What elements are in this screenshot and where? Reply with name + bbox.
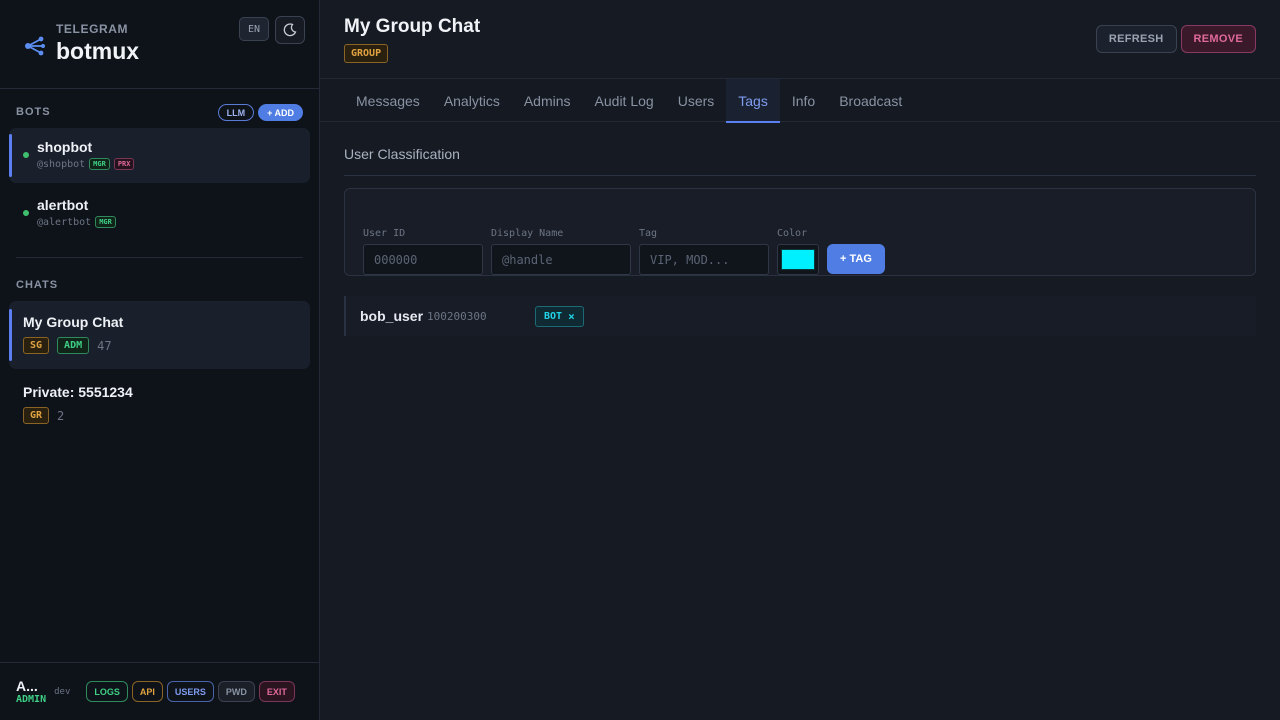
add-tag-form: User ID Display Name Tag Color — [344, 188, 1256, 276]
chat-name: My Group Chat — [23, 314, 124, 330]
logs-button[interactable]: LOGS — [86, 681, 128, 702]
api-button[interactable]: API — [131, 681, 163, 702]
chat-tag-sg: SG — [23, 337, 50, 354]
tab-info[interactable]: Info — [780, 79, 827, 122]
user-role: ADMIN — [16, 694, 47, 705]
moon-icon — [283, 23, 297, 37]
bot-name: alertbot — [37, 197, 89, 213]
online-status-dot — [23, 210, 29, 216]
tagged-user-name: bob_user — [360, 308, 424, 324]
llm-button[interactable]: LLM — [217, 104, 255, 122]
bot-badge-mgr: MGR — [89, 158, 110, 170]
tab-audit-log[interactable]: Audit Log — [583, 79, 666, 122]
tagged-user-id: 100200300 — [427, 309, 487, 323]
bot-handle: @shopbot — [37, 158, 86, 170]
user-name: A... — [16, 678, 38, 694]
chats-label: CHATS — [16, 279, 59, 291]
refresh-button[interactable]: REFRESH — [1095, 25, 1177, 53]
tab-broadcast[interactable]: Broadcast — [827, 79, 914, 122]
language-button[interactable]: EN — [238, 17, 269, 41]
chat-header: My Group Chat GROUP REFRESH REMOVE — [320, 0, 1280, 79]
chat-name: Private: 5551234 — [23, 384, 133, 400]
environment-label: dev — [54, 686, 71, 697]
brand-title: botmux — [56, 38, 140, 64]
sidebar: TELEGRAM botmux EN BOTS LLM + ADD shopbo… — [0, 0, 320, 720]
add-bot-button[interactable]: + ADD — [258, 104, 303, 122]
color-picker[interactable] — [777, 244, 819, 275]
chat-member-count: 47 — [97, 338, 112, 353]
chat-type-badge: GROUP — [344, 44, 389, 63]
bots-section-header: BOTS LLM + ADD — [0, 103, 319, 122]
tab-analytics[interactable]: Analytics — [432, 79, 512, 122]
brand-subtitle: TELEGRAM — [56, 22, 129, 36]
chat-tag-gr: GR — [23, 407, 50, 424]
section-title: User Classification — [344, 146, 1256, 176]
main-panel: My Group Chat GROUP REFRESH REMOVE Messa… — [320, 0, 1280, 720]
chat-tag-adm: ADM — [57, 337, 90, 354]
bot-item-shopbot[interactable]: shopbot @shopbot MGR PRX — [9, 128, 310, 183]
current-user: A... ADMIN — [16, 678, 46, 705]
chat-item-private[interactable]: Private: 5551234 GR 2 — [9, 371, 310, 439]
color-label: Color — [777, 228, 808, 239]
tag-text: BOT — [544, 310, 563, 322]
bot-handle: @alertbot — [37, 216, 92, 228]
tags-content: User Classification User ID Display Name… — [320, 122, 1280, 336]
add-tag-button[interactable]: + TAG — [827, 244, 885, 274]
sidebar-footer: A... ADMIN dev LOGS API USERS PWD EXIT — [0, 662, 319, 720]
user-tag-chip: BOT × — [535, 305, 584, 327]
theme-toggle-button[interactable] — [275, 16, 305, 44]
tab-tags[interactable]: Tags — [726, 79, 780, 123]
user-id-input[interactable] — [363, 244, 483, 275]
tab-messages[interactable]: Messages — [344, 79, 432, 122]
brand-header: TELEGRAM botmux EN — [0, 0, 319, 89]
color-swatch — [781, 249, 815, 270]
display-name-label: Display Name — [491, 228, 564, 239]
online-status-dot — [23, 152, 29, 158]
tag-input[interactable] — [639, 244, 769, 275]
table-row: bob_user 100200300 BOT × — [344, 296, 1256, 336]
display-name-input[interactable] — [491, 244, 631, 275]
user-id-label: User ID — [363, 228, 406, 239]
bots-label: BOTS — [16, 106, 51, 118]
bot-badge-prx: PRX — [113, 158, 135, 170]
users-button[interactable]: USERS — [166, 681, 214, 702]
tab-admins[interactable]: Admins — [512, 79, 583, 122]
chats-section-header: CHATS — [0, 278, 319, 292]
exit-button[interactable]: EXIT — [258, 681, 295, 702]
remove-tag-icon[interactable]: × — [568, 310, 575, 323]
bot-name: shopbot — [37, 139, 93, 155]
bot-item-alertbot[interactable]: alertbot @alertbot MGR — [9, 186, 310, 241]
tab-bar: Messages Analytics Admins Audit Log User… — [320, 79, 1280, 123]
sidebar-divider — [16, 257, 303, 258]
password-button[interactable]: PWD — [217, 681, 255, 702]
tab-users[interactable]: Users — [666, 79, 727, 122]
remove-button[interactable]: REMOVE — [1180, 25, 1256, 53]
share-nodes-icon — [25, 36, 45, 56]
chat-member-count: 2 — [57, 408, 65, 423]
bot-badge-mgr: MGR — [95, 216, 116, 228]
tag-label: Tag — [639, 228, 658, 239]
chat-item-my-group-chat[interactable]: My Group Chat SG ADM 47 — [9, 301, 310, 369]
